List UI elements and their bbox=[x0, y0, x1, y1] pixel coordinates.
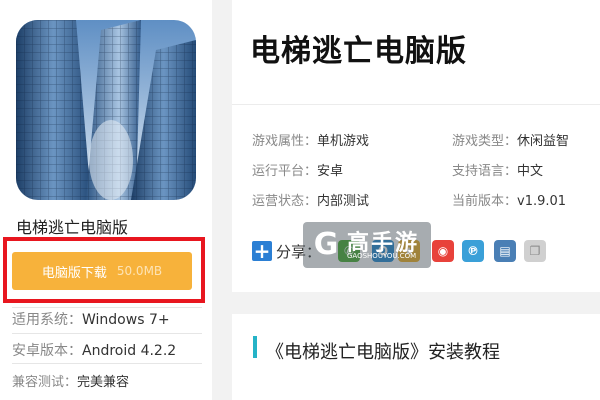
weibo-icon[interactable]: ◉ bbox=[432, 240, 454, 262]
info-platform: 运行平台：安卓 bbox=[252, 160, 343, 179]
app-icon[interactable] bbox=[16, 20, 196, 200]
share-plus-icon[interactable]: + bbox=[252, 241, 272, 261]
divider bbox=[12, 307, 202, 308]
section-accent-bar bbox=[253, 336, 257, 358]
watermark-url: GAOSHOUYOU.COM bbox=[347, 252, 417, 260]
divider bbox=[12, 333, 202, 334]
download-button-label: 电脑版下载 bbox=[41, 265, 107, 281]
section-title[interactable]: 《电梯逃亡电脑版》安装教程 bbox=[266, 338, 500, 364]
download-size: 50.0MB bbox=[116, 264, 163, 278]
spec-value: Windows 7+ bbox=[82, 312, 170, 328]
info-game-type: 游戏类型：休闲益智 bbox=[452, 130, 569, 149]
info-label: 支持语言： bbox=[452, 164, 518, 179]
info-label: 当前版本： bbox=[452, 194, 518, 209]
page-title: 电梯逃亡电脑版 bbox=[250, 34, 467, 69]
app-name: 电梯逃亡电脑版 bbox=[16, 218, 129, 237]
info-label: 运营状态： bbox=[252, 194, 318, 209]
info-label: 游戏类型： bbox=[452, 134, 518, 149]
info-value: 内部测试 bbox=[317, 194, 370, 209]
divider bbox=[12, 363, 202, 364]
info-version: 当前版本：v1.9.01 bbox=[452, 190, 566, 209]
info-label: 游戏属性： bbox=[252, 134, 318, 149]
spec-value: Android 4.2.2 bbox=[82, 343, 177, 359]
pc-download-button[interactable]: 电脑版下载 50.0MB bbox=[12, 252, 192, 290]
info-game-attribute: 游戏属性：单机游戏 bbox=[252, 130, 369, 149]
spec-system: 适用系统：Windows 7+ bbox=[12, 309, 170, 329]
tencent-weibo-icon[interactable]: ℗ bbox=[462, 240, 484, 262]
watermark-g-icon: G bbox=[313, 227, 339, 262]
spec-label: 适用系统： bbox=[12, 312, 82, 328]
spec-value: 完美兼容 bbox=[77, 375, 130, 390]
info-value: 休闲益智 bbox=[517, 134, 570, 149]
skyscraper-image bbox=[16, 20, 196, 200]
info-value: v1.9.01 bbox=[517, 194, 567, 209]
watermark-logo: G 高手游 GAOSHOUYOU.COM bbox=[303, 222, 431, 268]
spec-compat: 兼容测试：完美兼容 bbox=[12, 371, 129, 390]
spec-android: 安卓版本：Android 4.2.2 bbox=[12, 340, 176, 360]
print-icon[interactable]: ▤ bbox=[494, 240, 516, 262]
copy-icon[interactable]: ❐ bbox=[524, 240, 546, 262]
spec-label: 安卓版本： bbox=[12, 343, 82, 359]
info-language: 支持语言：中文 bbox=[452, 160, 543, 179]
info-value: 中文 bbox=[517, 164, 544, 179]
info-label: 运行平台： bbox=[252, 164, 318, 179]
info-value: 安卓 bbox=[317, 164, 344, 179]
info-status: 运营状态：内部测试 bbox=[252, 190, 369, 209]
divider bbox=[232, 104, 600, 105]
info-value: 单机游戏 bbox=[317, 134, 370, 149]
spec-label: 兼容测试： bbox=[12, 375, 78, 390]
